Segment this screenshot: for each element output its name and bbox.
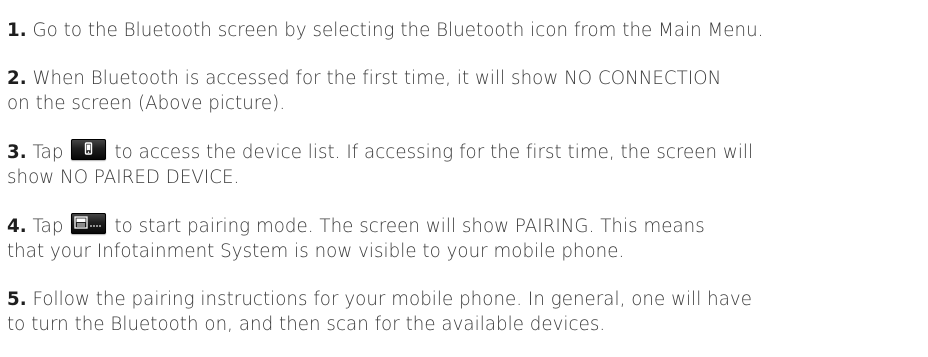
step-3: 3. Tap to access the device list. If acc… <box>7 139 928 190</box>
step-text: Go to the Bluetooth screen by selecting … <box>32 20 764 41</box>
step-text-prefix: Tap <box>32 216 64 237</box>
step-4: 4. Tap to start pairing mode. The screen… <box>7 213 928 264</box>
step-text: Follow the pairing instructions for your… <box>32 289 752 310</box>
step-text-prefix: Tap <box>32 142 64 163</box>
pairing-new-icon <box>71 213 107 234</box>
instruction-page: 1. Go to the Bluetooth screen by selecti… <box>0 0 928 357</box>
step-text-continued: to turn the Bluetooth on, and then scan … <box>7 314 606 335</box>
step-1: 1. Go to the Bluetooth screen by selecti… <box>7 18 928 43</box>
step-number: 5. <box>7 289 27 310</box>
step-number: 3. <box>7 142 27 163</box>
step-text-continued: on the screen (Above picture). <box>7 93 286 114</box>
step-number: 2. <box>7 68 27 89</box>
step-text-continued: show NO PAIRED DEVICE. <box>7 167 240 188</box>
step-text: to access the device list. If accessing … <box>114 142 754 163</box>
step-5: 5. Follow the pairing instructions for y… <box>7 287 928 337</box>
step-number: 4. <box>7 216 27 237</box>
step-text: to start pairing mode. The screen will s… <box>114 216 705 237</box>
step-text: When Bluetooth is accessed for the first… <box>32 68 722 89</box>
step-2: 2. When Bluetooth is accessed for the fi… <box>7 66 928 116</box>
phone-device-icon <box>71 139 107 160</box>
step-number: 1. <box>7 20 27 41</box>
step-text-continued: that your Infotainment System is now vis… <box>7 241 625 262</box>
